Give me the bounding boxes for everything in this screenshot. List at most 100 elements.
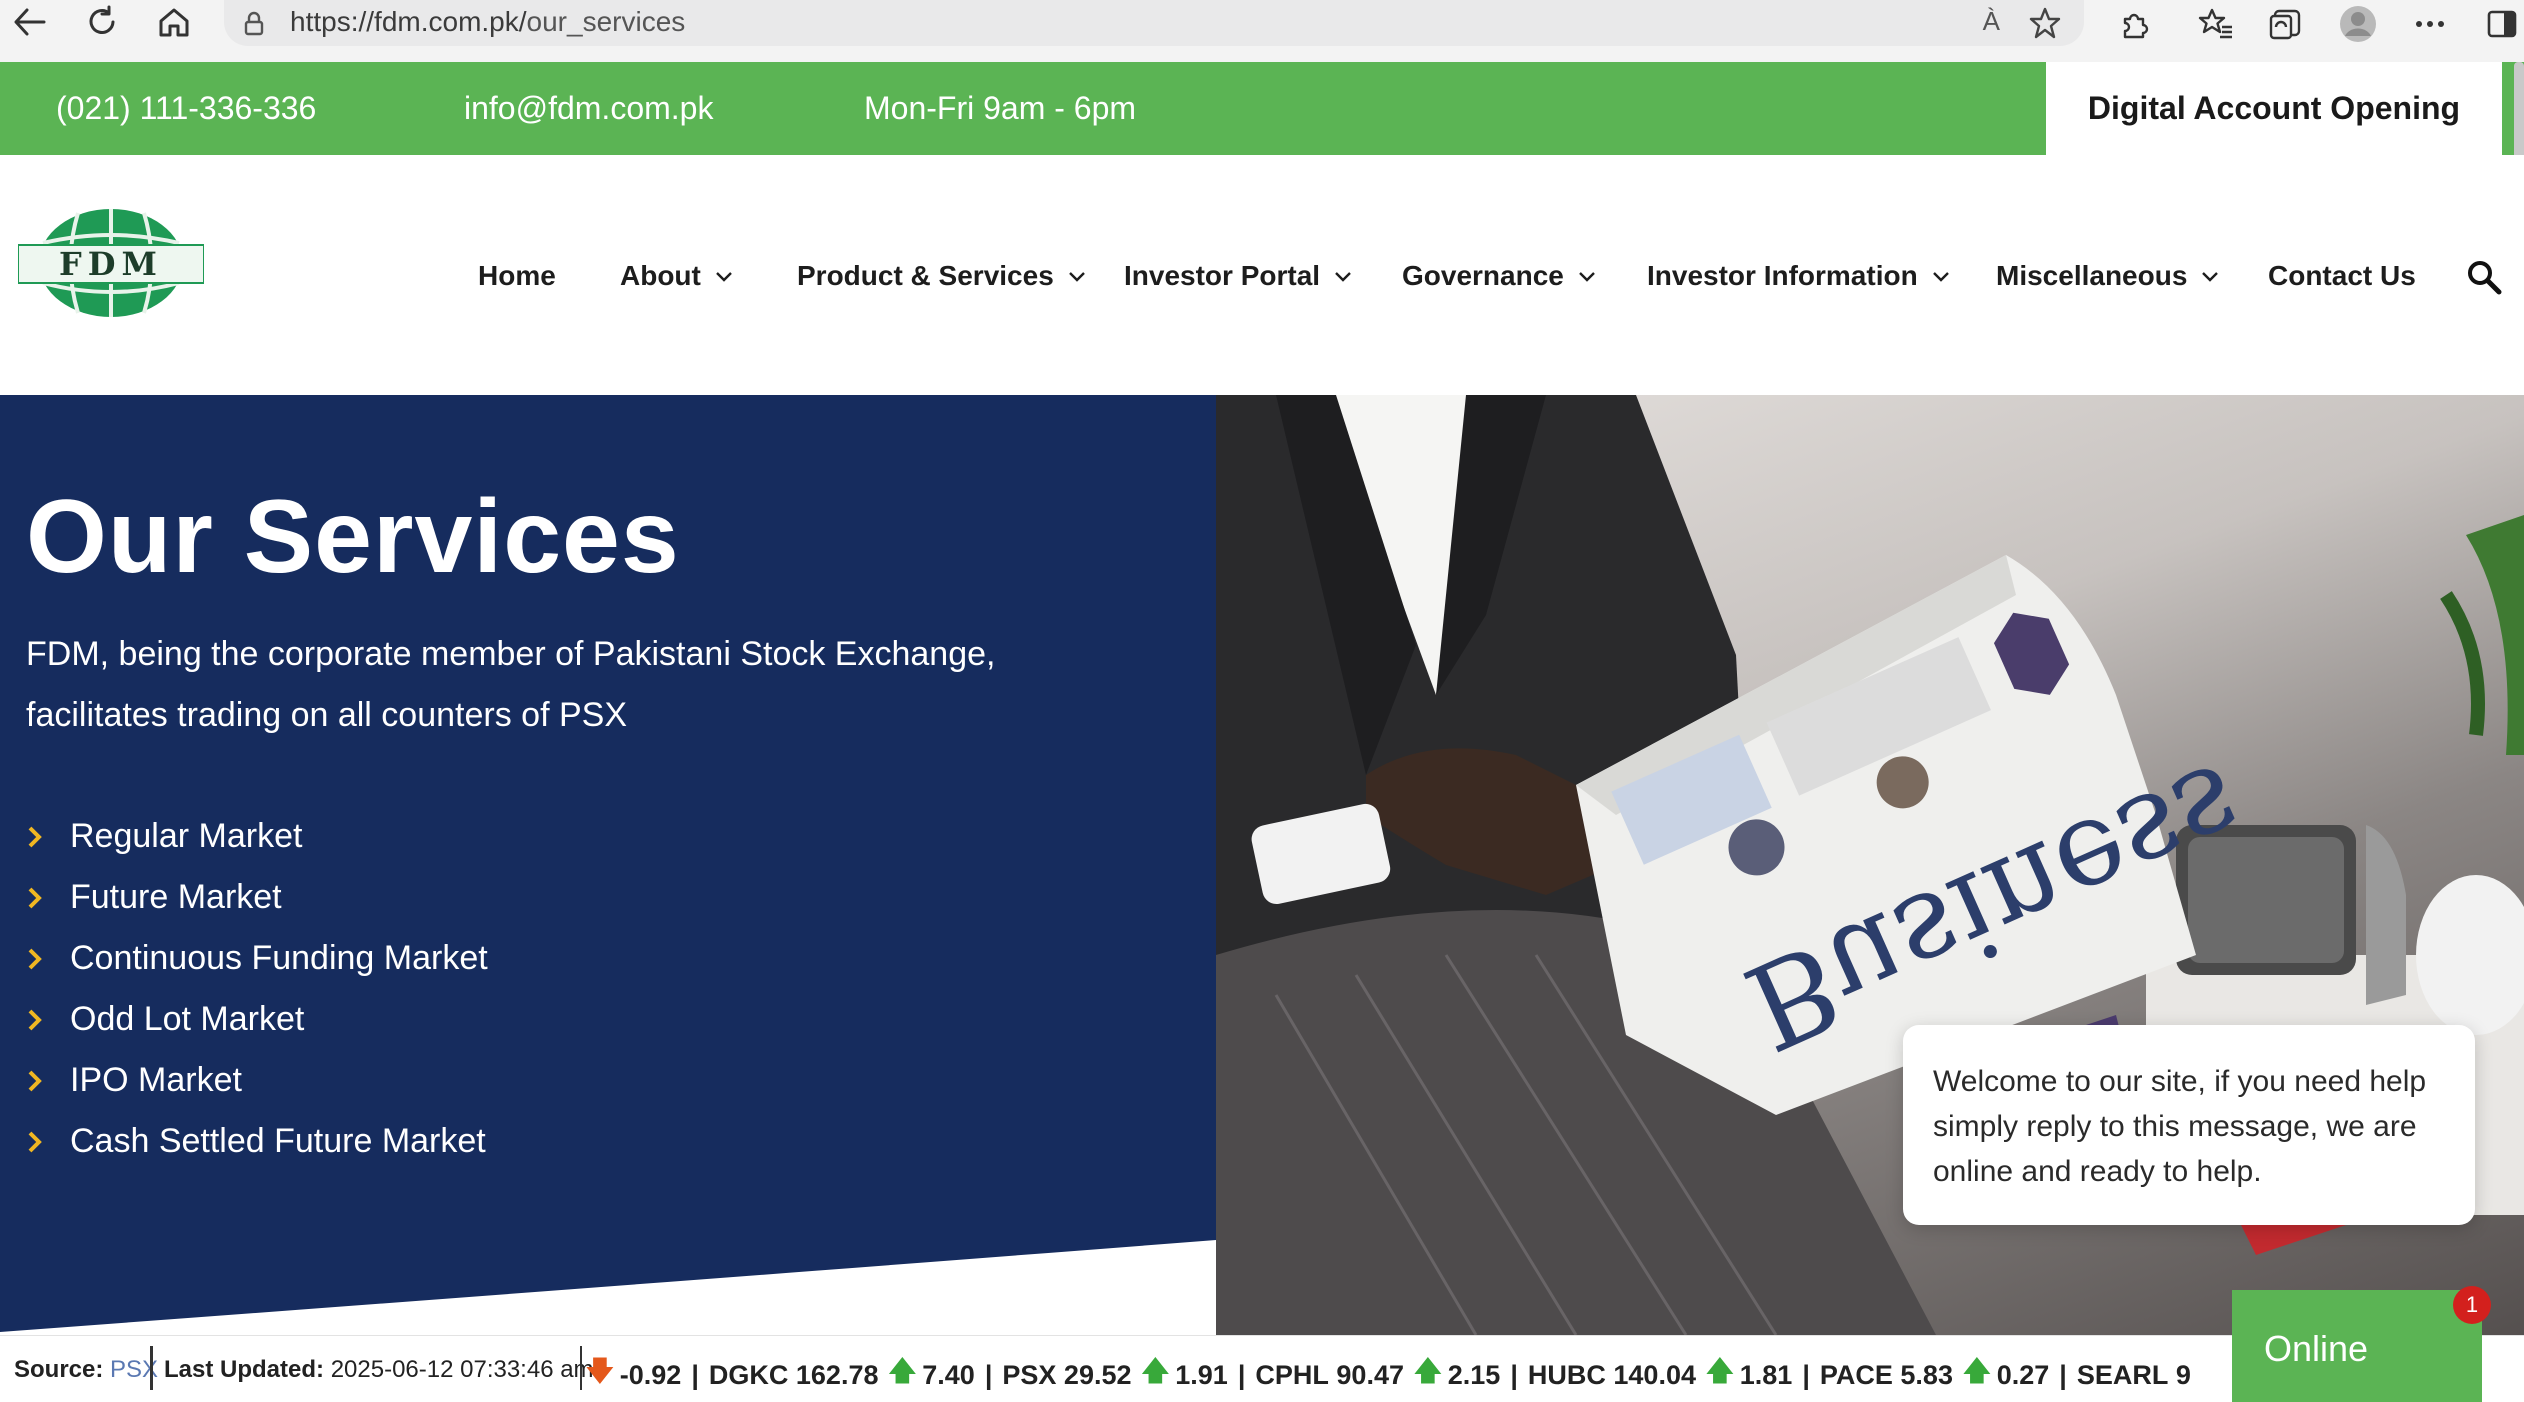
chevron-down-icon — [1932, 272, 1949, 282]
list-item: Future Market — [26, 867, 488, 928]
nav-label: Contact Us — [2268, 260, 2416, 291]
list-item: IPO Market — [26, 1050, 488, 1111]
nav-item-investor-portal[interactable]: Investor Portal — [1124, 260, 1352, 292]
ticker-divider — [150, 1346, 153, 1390]
ticker-change: 1.91 — [1175, 1359, 1228, 1390]
page: https://fdm.com.pk/our_services À (021)… — [0, 0, 2524, 1402]
chevron-down-icon — [1068, 272, 1085, 282]
chevron-right-icon — [28, 1131, 42, 1152]
address-bar[interactable]: https://fdm.com.pk/our_services À — [224, 0, 2084, 46]
url-text: https://fdm.com.pk/our_services — [290, 6, 686, 37]
chevron-right-icon — [28, 948, 42, 969]
nav-label: Investor Portal — [1124, 260, 1321, 291]
refresh-icon[interactable] — [72, 0, 132, 44]
ticker-symbol: DGKC — [708, 1359, 789, 1390]
favorites-icon[interactable] — [2196, 4, 2236, 44]
ticker-symbol: CPHL — [1255, 1359, 1329, 1390]
ticker-source: Source: PSX — [14, 1356, 159, 1383]
service-label: Continuous Funding Market — [70, 939, 488, 977]
nav-label: Home — [478, 260, 556, 291]
service-label: Odd Lot Market — [70, 1000, 305, 1038]
arrow-down-icon: 🡇 — [586, 1356, 614, 1386]
chevron-right-icon — [28, 887, 42, 908]
favorite-star-icon[interactable] — [2028, 6, 2062, 45]
service-label: Cash Settled Future Market — [70, 1122, 486, 1160]
chevron-right-icon — [28, 1009, 42, 1030]
arrow-up-icon: 🡅 — [1141, 1356, 1170, 1386]
chevron-right-icon — [28, 826, 42, 847]
ticker-change: 7.40 — [922, 1359, 975, 1390]
profile-avatar-icon[interactable] — [2338, 4, 2378, 44]
chevron-down-icon — [716, 272, 732, 282]
nav-item-about[interactable]: About — [620, 260, 733, 292]
chat-status-label: Online — [2264, 1328, 2369, 1369]
ticker-price: 5.83 — [1900, 1359, 1953, 1390]
list-item: Continuous Funding Market — [26, 928, 488, 989]
collections-icon[interactable] — [2266, 4, 2306, 44]
sidebar-toggle-icon[interactable] — [2482, 4, 2522, 44]
business-hours: Mon-Fri 9am - 6pm — [864, 90, 1137, 126]
ticker-last-updated: Last Updated: 2025-06-12 07:33:46 am — [164, 1356, 594, 1383]
nav-label: Investor Information — [1647, 260, 1918, 291]
ticker-symbol: PSX — [1002, 1359, 1057, 1390]
logo-text: FDM — [59, 245, 163, 283]
arrow-up-icon: 🡅 — [1705, 1356, 1734, 1386]
ticker-price: 140.04 — [1613, 1359, 1696, 1390]
hero-wave-divider — [0, 1240, 1216, 1340]
ticker-symbol: HUBC — [1527, 1359, 1606, 1390]
nav-item-investor-information[interactable]: Investor Information — [1647, 260, 1950, 292]
fdm-logo[interactable]: FDM — [17, 207, 205, 319]
back-icon[interactable] — [0, 0, 60, 44]
nav-label: Miscellaneous — [1996, 260, 2188, 291]
chevron-right-icon — [28, 1070, 42, 1091]
service-label: Future Market — [70, 878, 282, 916]
site-info-icon[interactable] — [240, 10, 268, 43]
unread-count-badge: 1 — [2453, 1286, 2491, 1324]
nav-item-contact-us[interactable]: Contact Us — [2268, 260, 2416, 292]
arrow-up-icon: 🡅 — [1413, 1356, 1442, 1386]
search-icon[interactable] — [2466, 259, 2502, 300]
chat-online-button[interactable]: Online — [2232, 1290, 2482, 1402]
list-item: Regular Market — [26, 806, 488, 867]
extensions-icon[interactable] — [2114, 4, 2154, 44]
list-item: Cash Settled Future Market — [26, 1111, 488, 1172]
ticker-divider — [580, 1346, 582, 1390]
digital-account-opening-button[interactable]: Digital Account Opening — [2046, 62, 2502, 155]
chat-welcome-message[interactable]: Welcome to our site, if you need help si… — [1903, 1025, 2475, 1225]
read-aloud-icon[interactable]: À — [1983, 6, 2000, 37]
hero-description-line: facilitates trading on all counters of P… — [26, 696, 627, 734]
nav-item-governance[interactable]: Governance — [1402, 260, 1596, 292]
service-label: Regular Market — [70, 817, 303, 855]
main-navbar: FDM Home About Product & Services Invest… — [0, 155, 2524, 395]
ticker-price: 162.78 — [795, 1359, 879, 1390]
nav-item-miscellaneous[interactable]: Miscellaneous — [1996, 260, 2219, 292]
phone-number[interactable]: (021) 111-336-336 — [56, 90, 316, 127]
nav-label: About — [620, 260, 701, 291]
home-icon[interactable] — [144, 0, 204, 44]
nav-label: Governance — [1402, 260, 1564, 291]
arrow-up-icon: 🡅 — [1962, 1356, 1991, 1386]
chevron-down-icon — [1335, 272, 1351, 282]
browser-toolbar: https://fdm.com.pk/our_services À — [0, 0, 2524, 62]
services-list: Regular Market Future Market Continuous … — [26, 806, 488, 1172]
service-label: IPO Market — [70, 1061, 242, 1099]
ticker-price: 29.52 — [1063, 1359, 1132, 1390]
ticker-symbol: SEARL — [2076, 1359, 2169, 1390]
ticker-price: 90.47 — [1336, 1359, 1404, 1390]
list-item: Odd Lot Market — [26, 989, 488, 1050]
ticker-tape: 🡇 -0.92 | DGKC 162.78 🡅 7.40 | PSX 29.52 🡅 1.… — [586, 1352, 2191, 1398]
ticker-symbol: PACE — [1819, 1359, 1893, 1390]
stock-ticker: Source: PSX Last Updated: 2025-06-12 07:… — [0, 1335, 2524, 1402]
ticker-change: 2.15 — [1447, 1359, 1501, 1390]
more-options-icon[interactable] — [2410, 4, 2450, 44]
nav-label: Product & Services — [797, 260, 1054, 291]
email-address[interactable]: info@fdm.com.pk — [464, 90, 713, 127]
hero-description: FDM, being the corporate member of Pakis… — [26, 624, 1026, 746]
nav-item-home[interactable]: Home — [478, 260, 556, 292]
ticker-change: 1.81 — [1739, 1359, 1793, 1390]
page-title: Our Services — [26, 479, 680, 595]
nav-item-product-services[interactable]: Product & Services — [797, 260, 1086, 292]
ticker-change: -0.92 — [619, 1359, 682, 1390]
arrow-up-icon: 🡅 — [888, 1356, 917, 1386]
ticker-price: 9 — [2175, 1359, 2191, 1390]
